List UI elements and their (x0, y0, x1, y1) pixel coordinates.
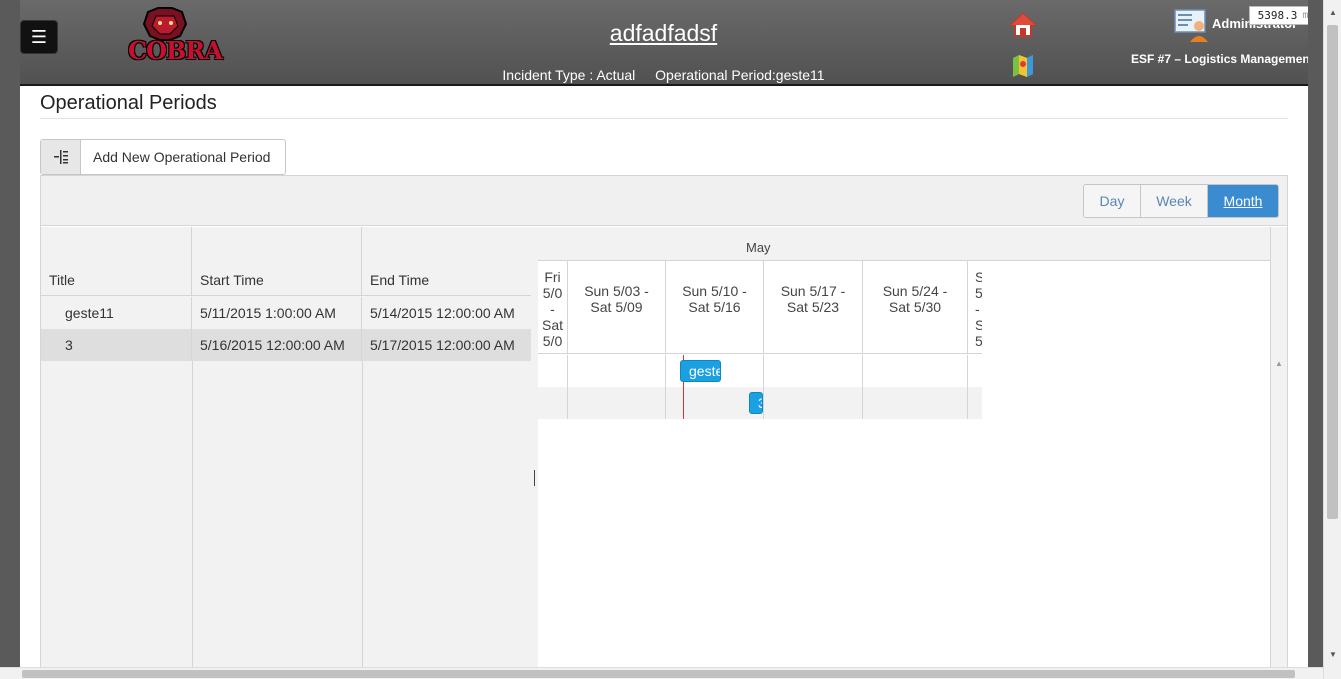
week-label: - (550, 301, 555, 317)
week-label: Sat 5/30 (888, 299, 942, 315)
gantt-toolbar: Day Week Month (41, 176, 1287, 226)
map-icon[interactable] (1011, 52, 1035, 78)
view-switcher: Day Week Month (1083, 184, 1279, 218)
row-end-time: 5/14/2015 12:00:00 AM (370, 305, 515, 321)
timeline-week-header: Sun 5/24 - Sat 5/30 (862, 261, 967, 354)
incident-type: Incident Type : Actual (502, 67, 636, 83)
user-avatar-icon[interactable] (1174, 8, 1208, 42)
week-label: 5/0 (542, 333, 563, 349)
scrollbar-thumb[interactable] (1327, 25, 1338, 519)
week-label: S (975, 269, 982, 285)
gantt-scheduler: Day Week Month Title Start Time End Time… (40, 175, 1288, 675)
row-start-time: 5/16/2015 12:00:00 AM (192, 329, 362, 361)
incident-subtitle: Incident Type : Actual Operational Perio… (0, 67, 1327, 83)
column-divider (192, 361, 193, 674)
gantt-timeline: May Fri 5/0 - Sat 5/0 Sun 5/03 - Sat 5/0… (538, 227, 1270, 674)
week-label: - (975, 301, 980, 317)
row-end-time: 5/17/2015 12:00:00 AM (370, 337, 515, 353)
week-label: 5/0 (542, 285, 563, 301)
timeline-gridline (967, 355, 968, 419)
view-month-button[interactable]: Month (1208, 185, 1278, 217)
week-label: Sat (541, 317, 563, 333)
operational-period-label: Operational Period:geste11 (655, 67, 825, 83)
week-label: S (975, 317, 982, 333)
timeline-gridline (862, 355, 863, 419)
frame-right (1308, 0, 1323, 679)
gantt-grid: Title Start Time End Time geste11 5/11/2… (41, 227, 538, 674)
timeline-week-header: Sun 5/03 - Sat 5/09 (567, 261, 665, 354)
column-header-start-time[interactable]: Start Time (192, 227, 362, 296)
timer-value: 5398.3 (1257, 9, 1298, 22)
timeline-row (538, 355, 982, 387)
title-divider (40, 118, 1288, 119)
timeline-week-header: Fri 5/0 - Sat 5/0 (538, 261, 567, 354)
row-title: geste11 (41, 297, 192, 329)
add-period-icon-cell (41, 140, 81, 174)
scrollbar-thumb[interactable] (22, 670, 1295, 678)
timeline-week-header: Sun 5/10 - Sat 5/16 (665, 261, 763, 354)
timeline-week-header: Sun 5/17 - Sat 5/23 (763, 261, 862, 354)
esf-label: ESF #7 – Logistics Management ar (1131, 52, 1323, 66)
column-header-end-time[interactable]: End Time (362, 227, 531, 296)
page-horizontal-scrollbar[interactable] (0, 667, 1323, 679)
view-day-button[interactable]: Day (1084, 185, 1141, 217)
week-label: Sat 5/23 (786, 299, 840, 315)
week-label: Sun 5/10 - (682, 283, 747, 299)
view-week-button[interactable]: Week (1141, 185, 1208, 217)
frame-left (0, 0, 20, 679)
task-bar-geste11[interactable]: geste11 (680, 360, 721, 382)
scroll-up-icon[interactable]: ▲ (1329, 8, 1337, 17)
timeline-gridline (567, 355, 568, 419)
scroll-down-icon[interactable]: ▼ (1329, 650, 1337, 659)
incident-title[interactable]: adfadfadsf (0, 20, 1327, 47)
app-header: ☰ COBRA adfadfadsf Incident Type : Actua… (0, 0, 1323, 86)
add-operational-period-button[interactable]: Add New Operational Period (40, 139, 286, 175)
task-bar-3[interactable]: 3 (749, 392, 763, 414)
week-label: Fri (544, 269, 561, 285)
home-icon[interactable] (1010, 12, 1036, 38)
table-row[interactable]: 3 5/16/2015 12:00:00 AM 5/17/2015 12:00:… (41, 329, 531, 361)
week-label: Sat 5/16 (688, 299, 741, 315)
timeline-gridline (763, 355, 764, 419)
timeline-month-label: May (746, 240, 771, 255)
table-row[interactable]: geste11 5/11/2015 1:00:00 AM 5/14/2015 1… (41, 297, 531, 329)
week-label: Sun 5/03 - (584, 283, 649, 299)
week-label: Sat 5/09 (590, 299, 643, 315)
add-operational-period-label: Add New Operational Period (93, 149, 271, 165)
week-label: Sun 5/24 - (882, 283, 948, 299)
timeline-month-header: May (538, 227, 1270, 261)
row-title: 3 (41, 329, 192, 361)
timeline-scrollbar[interactable]: ▲ (1270, 227, 1287, 674)
timeline-week-header: S 5 - S 5 (967, 261, 982, 354)
page-vertical-scrollbar[interactable]: ▲ ▼ (1323, 0, 1341, 679)
page-title: Operational Periods (40, 92, 217, 114)
column-divider (362, 361, 363, 674)
column-header-title[interactable]: Title (41, 227, 192, 296)
timeline-header-filler (982, 261, 1270, 354)
timeline-gridline (665, 355, 666, 419)
week-label: 5 (975, 285, 982, 301)
scroll-up-arrow-icon[interactable]: ▲ (1275, 359, 1283, 368)
add-task-icon (53, 150, 68, 164)
text-cursor (534, 470, 535, 486)
week-label: 5 (975, 333, 982, 349)
row-start-time: 5/11/2015 1:00:00 AM (192, 297, 362, 329)
week-label: Sun 5/17 - (780, 283, 846, 299)
